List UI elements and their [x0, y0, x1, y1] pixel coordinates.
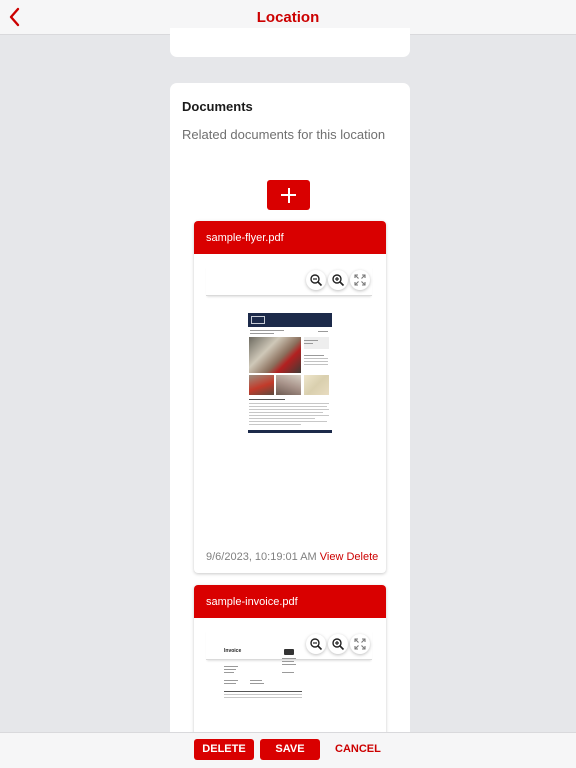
documents-title: Documents: [182, 99, 253, 114]
previous-section-card: [170, 28, 410, 57]
save-button[interactable]: SAVE: [260, 739, 320, 760]
document-card-flyer: sample-flyer.pdf 9/6/2023, 10:19:01 AM V…: [194, 221, 386, 573]
page-title: Location: [256, 9, 320, 26]
document-name: sample-flyer.pdf: [194, 221, 386, 254]
zoom-out-icon[interactable]: [306, 634, 326, 654]
invoice-heading: Invoice: [224, 648, 242, 654]
document-timestamp: 9/6/2023, 10:19:01 AM: [206, 551, 317, 563]
add-document-button[interactable]: [267, 180, 310, 210]
documents-card: Documents Related documents for this loc…: [170, 83, 410, 768]
fullscreen-icon[interactable]: [350, 270, 370, 290]
documents-subtitle: Related documents for this location: [182, 127, 386, 142]
zoom-out-icon[interactable]: [306, 270, 326, 290]
document-card-invoice: sample-invoice.pdf Invoice: [194, 585, 386, 745]
flyer-thumbnail: [248, 313, 332, 433]
delete-button[interactable]: DELETE: [194, 739, 254, 760]
view-document-link[interactable]: View: [320, 551, 344, 563]
bottom-action-bar: DELETE SAVE CANCEL: [0, 732, 576, 768]
fullscreen-icon[interactable]: [350, 634, 370, 654]
viewer-toolbar: [206, 265, 372, 296]
document-name: sample-invoice.pdf: [194, 585, 386, 618]
document-footer: 9/6/2023, 10:19:01 AM View Delete: [206, 551, 378, 563]
zoom-in-icon[interactable]: [328, 634, 348, 654]
invoice-thumbnail: Invoice: [222, 648, 306, 708]
cancel-button[interactable]: CANCEL: [335, 739, 381, 760]
delete-document-link[interactable]: Delete: [346, 551, 378, 563]
zoom-in-icon[interactable]: [328, 270, 348, 290]
